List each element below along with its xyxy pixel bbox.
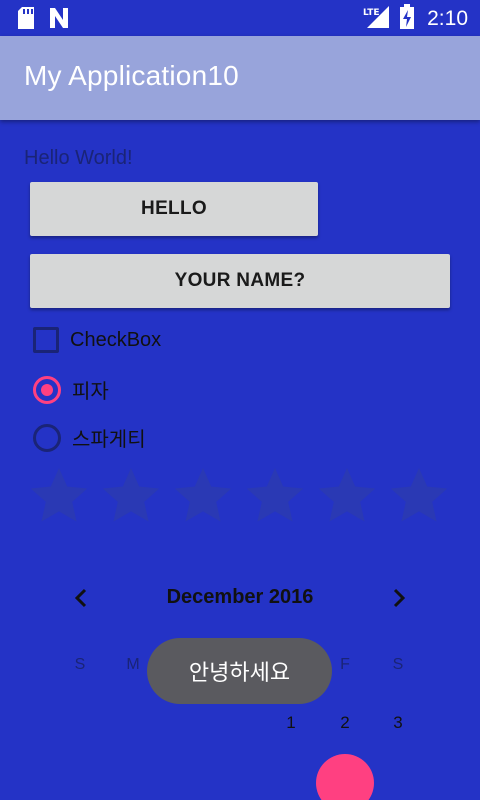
star-icon[interactable] — [317, 466, 377, 524]
calendar-day[interactable]: 3 — [383, 713, 413, 733]
weekday-saturday: S — [392, 656, 404, 673]
sd-card-icon — [16, 6, 36, 34]
toast-message: 안녕하세요 — [147, 638, 332, 704]
hello-world-text: Hello World! — [24, 147, 133, 169]
weekday-monday: M — [126, 656, 140, 673]
calendar-day[interactable]: 1 — [276, 713, 306, 733]
n-notification-icon — [48, 6, 70, 34]
lte-signal-icon: LTE — [363, 4, 391, 34]
radio-label-pizza: 피자 — [72, 381, 109, 403]
star-icon[interactable] — [245, 466, 305, 524]
star-icon[interactable] — [173, 466, 233, 524]
radio-spaghetti[interactable]: 스파게티 — [33, 423, 146, 452]
star-icon[interactable] — [29, 466, 89, 524]
svg-text:LTE: LTE — [363, 8, 380, 18]
radio-label-spaghetti: 스파게티 — [72, 429, 146, 451]
checkbox-row[interactable]: CheckBox — [33, 327, 161, 353]
checkbox-label: CheckBox — [70, 328, 162, 351]
selected-day-highlight[interactable] — [316, 754, 374, 800]
star-icon[interactable] — [389, 466, 449, 524]
rating-bar[interactable] — [29, 466, 449, 524]
clock: 2:10 — [427, 7, 468, 30]
app-bar: My Application10 — [0, 36, 480, 120]
star-icon[interactable] — [101, 466, 161, 524]
radio-pizza[interactable]: 피자 — [33, 375, 109, 404]
radio-button-spaghetti[interactable] — [33, 423, 61, 452]
radio-button-pizza[interactable] — [33, 375, 61, 404]
status-bar: LTE 2:10 — [0, 0, 480, 36]
calendar-day[interactable]: 2 — [330, 713, 360, 733]
chevron-right-icon[interactable] — [388, 586, 410, 614]
weekday-sunday: S — [74, 656, 86, 673]
battery-icon — [399, 4, 415, 34]
checkbox[interactable] — [33, 327, 59, 353]
weekday-friday: F — [340, 656, 350, 673]
hello-button[interactable]: HELLO — [30, 182, 318, 236]
your-name-button[interactable]: YOUR NAME? — [30, 254, 450, 308]
calendar-header: December 2016 — [0, 580, 480, 616]
app-title: My Application10 — [24, 60, 239, 91]
